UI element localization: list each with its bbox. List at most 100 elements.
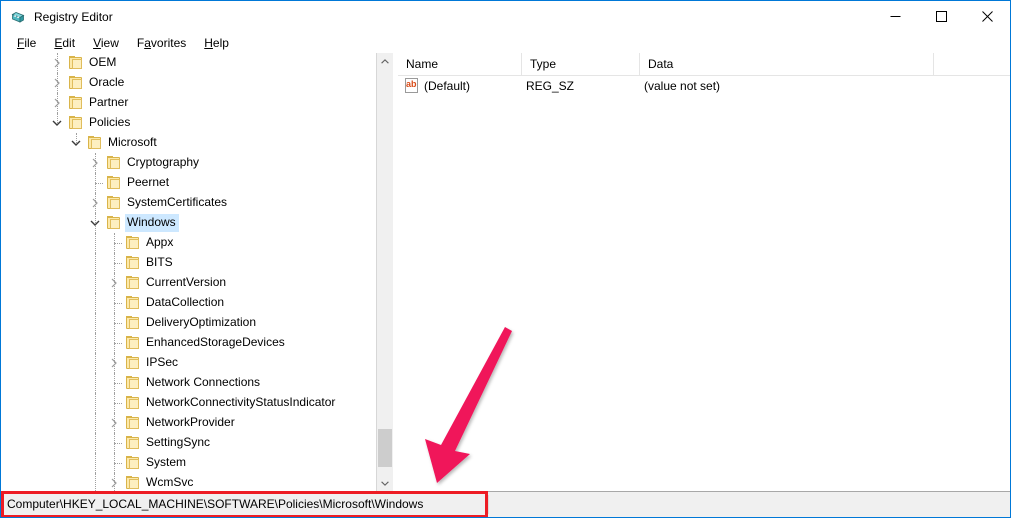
tree-guide-line bbox=[95, 433, 97, 453]
folder-icon bbox=[68, 75, 84, 91]
tree-node-systemcertificates[interactable]: SystemCertificates bbox=[1, 193, 375, 213]
tree-node-spacer bbox=[106, 295, 122, 311]
menu-bar: File Edit View Favorites Help bbox=[1, 33, 1010, 53]
folder-icon bbox=[125, 355, 141, 371]
tree-guide-line bbox=[95, 473, 97, 492]
tree-node-spacer bbox=[106, 375, 122, 391]
values-list: ab (Default) REG_SZ (value not set) bbox=[398, 76, 1010, 96]
folder-icon bbox=[125, 235, 141, 251]
tree-collapse-chevron-down-icon[interactable] bbox=[68, 135, 84, 151]
tree-node-label: BITS bbox=[146, 255, 173, 269]
tree-node-datacollection[interactable]: DataCollection bbox=[1, 293, 375, 313]
column-header-name[interactable]: Name bbox=[398, 53, 522, 75]
maximize-button[interactable] bbox=[918, 1, 964, 32]
value-row[interactable]: ab (Default) REG_SZ (value not set) bbox=[398, 76, 1010, 96]
tree-node-network-connections[interactable]: Network Connections bbox=[1, 373, 375, 393]
scroll-up-button[interactable] bbox=[377, 53, 393, 70]
tree-guide-line bbox=[95, 333, 97, 353]
tree-node-label: IPSec bbox=[146, 355, 179, 369]
tree-node-ipsec[interactable]: IPSec bbox=[1, 353, 375, 373]
folder-icon bbox=[125, 335, 141, 351]
tree-node-oracle[interactable]: Oracle bbox=[1, 73, 375, 93]
tree-guide-line bbox=[95, 233, 97, 253]
tree-node-settingsync[interactable]: SettingSync bbox=[1, 433, 375, 453]
menu-help[interactable]: Help bbox=[195, 35, 238, 52]
menu-edit[interactable]: Edit bbox=[45, 35, 84, 52]
tree-node-wcmsvc[interactable]: WcmSvc bbox=[1, 473, 375, 492]
folder-icon bbox=[87, 135, 103, 151]
tree-node-peernet[interactable]: Peernet bbox=[1, 173, 375, 193]
tree-node-label: NetworkProvider bbox=[146, 415, 235, 429]
tree-node-deliveryoptimization[interactable]: DeliveryOptimization bbox=[1, 313, 375, 333]
tree-expand-chevron-right-icon[interactable] bbox=[106, 475, 122, 491]
tree-vertical-scrollbar[interactable] bbox=[376, 53, 393, 492]
folder-icon bbox=[125, 435, 141, 451]
menu-file[interactable]: File bbox=[8, 35, 45, 52]
folder-icon bbox=[125, 255, 141, 271]
tree-node-label: SettingSync bbox=[146, 435, 211, 449]
tree-node-label: System bbox=[146, 455, 187, 469]
folder-icon bbox=[68, 55, 84, 71]
registry-values-pane[interactable]: Name Type Data ab (Default) REG_SZ (value not… bbox=[398, 53, 1010, 492]
folder-icon bbox=[106, 215, 122, 231]
registry-tree-pane[interactable]: OEM Oracle Partner Policies Microsoft Cryptog… bbox=[1, 53, 393, 492]
tree-node-label: Windows bbox=[125, 214, 179, 232]
tree-node-oem[interactable]: OEM bbox=[1, 53, 375, 73]
folder-icon bbox=[125, 395, 141, 411]
main-content: OEM Oracle Partner Policies Microsoft Cryptog… bbox=[1, 53, 1010, 492]
tree-node-label: OEM bbox=[89, 55, 117, 69]
scroll-down-button[interactable] bbox=[377, 475, 393, 492]
tree-node-microsoft[interactable]: Microsoft bbox=[1, 133, 375, 153]
tree-expand-chevron-right-icon[interactable] bbox=[87, 155, 103, 171]
tree-node-policies[interactable]: Policies bbox=[1, 113, 375, 133]
tree-node-networkprovider[interactable]: NetworkProvider bbox=[1, 413, 375, 433]
tree-node-currentversion[interactable]: CurrentVersion bbox=[1, 273, 375, 293]
tree-expand-chevron-right-icon[interactable] bbox=[87, 195, 103, 211]
tree-node-spacer bbox=[106, 335, 122, 351]
minimize-button[interactable] bbox=[872, 1, 918, 32]
folder-icon bbox=[125, 295, 141, 311]
column-header-type[interactable]: Type bbox=[522, 53, 640, 75]
tree-node-label: Oracle bbox=[89, 75, 125, 89]
tree-node-spacer bbox=[106, 435, 122, 451]
tree-expand-chevron-right-icon[interactable] bbox=[106, 275, 122, 291]
registry-tree: OEM Oracle Partner Policies Microsoft Cryptog… bbox=[1, 53, 375, 492]
tree-guide-line bbox=[95, 353, 97, 373]
tree-node-appx[interactable]: Appx bbox=[1, 233, 375, 253]
close-button[interactable] bbox=[964, 1, 1010, 32]
tree-node-label: DataCollection bbox=[146, 295, 225, 309]
column-header-data[interactable]: Data bbox=[640, 53, 934, 75]
status-bar-path: Computer\HKEY_LOCAL_MACHINE\SOFTWARE\Pol… bbox=[7, 497, 424, 511]
tree-node-bits[interactable]: BITS bbox=[1, 253, 375, 273]
tree-expand-chevron-right-icon[interactable] bbox=[49, 75, 65, 91]
value-type: REG_SZ bbox=[526, 79, 575, 93]
tree-collapse-chevron-down-icon[interactable] bbox=[87, 215, 103, 231]
tree-node-networkconnectivitystatusindicator[interactable]: NetworkConnectivityStatusIndicator bbox=[1, 393, 375, 413]
tree-expand-chevron-right-icon[interactable] bbox=[49, 95, 65, 111]
tree-guide-line bbox=[95, 293, 97, 313]
menu-view[interactable]: View bbox=[84, 35, 128, 52]
tree-node-label: CurrentVersion bbox=[146, 275, 227, 289]
tree-collapse-chevron-down-icon[interactable] bbox=[49, 115, 65, 131]
tree-expand-chevron-right-icon[interactable] bbox=[106, 355, 122, 371]
tree-node-system[interactable]: System bbox=[1, 453, 375, 473]
tree-node-windows[interactable]: Windows bbox=[1, 213, 375, 233]
folder-icon bbox=[125, 315, 141, 331]
status-bar-divider bbox=[488, 495, 489, 514]
registry-editor-icon bbox=[10, 9, 26, 25]
tree-node-partner[interactable]: Partner bbox=[1, 93, 375, 113]
tree-expand-chevron-right-icon[interactable] bbox=[106, 415, 122, 431]
menu-favorites[interactable]: Favorites bbox=[128, 35, 195, 52]
tree-node-spacer bbox=[87, 175, 103, 191]
minimize-icon bbox=[890, 16, 900, 17]
folder-icon bbox=[68, 95, 84, 111]
scrollbar-thumb[interactable] bbox=[378, 429, 392, 467]
folder-icon bbox=[125, 375, 141, 391]
tree-node-cryptography[interactable]: Cryptography bbox=[1, 153, 375, 173]
tree-node-label: Appx bbox=[146, 235, 174, 249]
folder-icon bbox=[106, 155, 122, 171]
folder-icon bbox=[106, 195, 122, 211]
tree-node-enhancedstoragedevices[interactable]: EnhancedStorageDevices bbox=[1, 333, 375, 353]
tree-node-label: Cryptography bbox=[127, 155, 200, 169]
tree-expand-chevron-right-icon[interactable] bbox=[49, 55, 65, 71]
